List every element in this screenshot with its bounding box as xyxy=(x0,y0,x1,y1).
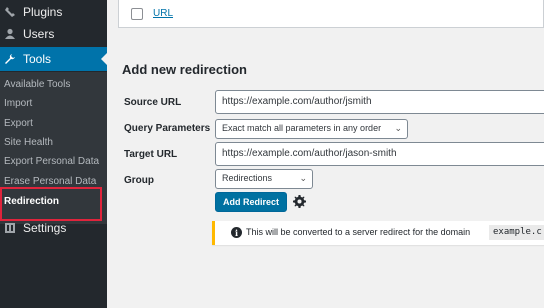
target-url-input[interactable]: https://example.com/author/jason-smith xyxy=(215,142,544,166)
users-icon xyxy=(3,27,17,41)
group-label: Group xyxy=(124,175,154,186)
url-column-link[interactable]: URL xyxy=(153,8,173,19)
current-menu-arrow xyxy=(101,53,107,65)
info-icon: i xyxy=(231,227,242,238)
submenu-item-export[interactable]: Export xyxy=(4,118,33,129)
group-value: Redirections xyxy=(222,173,273,183)
menu-item-settings[interactable]: Settings xyxy=(0,216,107,240)
server-redirect-notice: i This will be converted to a server red… xyxy=(212,221,544,245)
chevron-down-icon: ⌄ xyxy=(394,123,402,133)
query-parameters-select[interactable]: Exact match all parameters in any order … xyxy=(215,119,408,139)
query-parameters-label: Query Parameters xyxy=(124,123,211,134)
submenu-item-available-tools[interactable]: Available Tools xyxy=(4,79,70,90)
menu-item-tools[interactable]: Tools xyxy=(0,47,107,71)
source-url-input[interactable]: https://example.com/author/jsmith xyxy=(215,90,544,114)
menu-item-label: Tools xyxy=(23,52,52,66)
chevron-down-icon: ⌄ xyxy=(299,173,307,183)
notice-domain-code: example.c xyxy=(489,225,544,240)
menu-item-plugins[interactable]: Plugins xyxy=(0,0,107,24)
plugin-icon xyxy=(3,5,17,19)
menu-item-label: Settings xyxy=(23,221,67,235)
submenu-item-import[interactable]: Import xyxy=(4,98,32,109)
add-redirection-title: Add new redirection xyxy=(122,62,247,77)
wrench-icon xyxy=(3,52,17,66)
menu-item-users[interactable]: Users xyxy=(0,22,107,46)
settings-icon xyxy=(3,221,17,235)
submenu-item-site-health[interactable]: Site Health xyxy=(4,137,53,148)
target-url-label: Target URL xyxy=(124,149,178,160)
group-select[interactable]: Redirections ⌄ xyxy=(215,169,313,189)
url-table-footer: URL xyxy=(118,0,544,28)
select-all-checkbox[interactable] xyxy=(131,8,143,20)
notice-message: This will be converted to a server redir… xyxy=(246,227,471,237)
submenu-item-export-personal-data[interactable]: Export Personal Data xyxy=(4,156,99,167)
menu-item-label: Plugins xyxy=(23,5,63,19)
submenu-item-erase-personal-data[interactable]: Erase Personal Data xyxy=(4,176,96,187)
source-url-label: Source URL xyxy=(124,97,182,108)
admin-sidebar: Plugins Users Tools Available Tools Impo… xyxy=(0,0,107,308)
gear-icon[interactable] xyxy=(291,191,307,211)
menu-item-label: Users xyxy=(23,27,55,41)
add-redirect-button[interactable]: Add Redirect xyxy=(215,192,287,212)
query-parameters-value: Exact match all parameters in any order xyxy=(222,123,382,133)
